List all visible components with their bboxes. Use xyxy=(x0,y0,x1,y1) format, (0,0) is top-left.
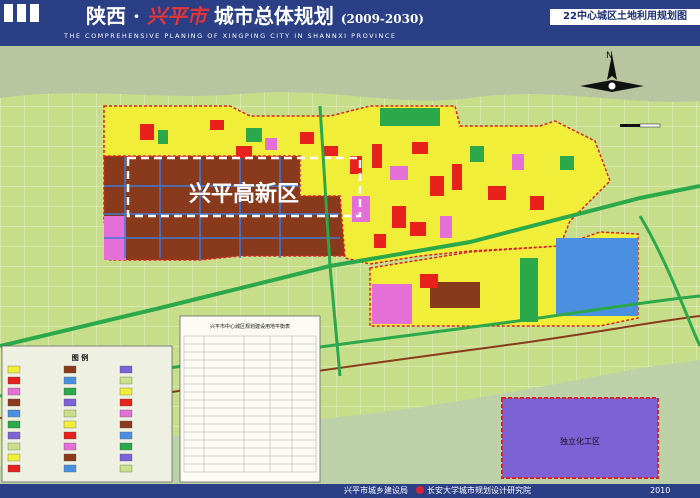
sheet-title: 22中心城区土地利用规划图 xyxy=(550,9,700,25)
scale-bar xyxy=(620,123,661,128)
title-main: 城市总体规划 xyxy=(213,4,334,28)
legend-swatch xyxy=(7,464,21,473)
legend-swatch xyxy=(7,365,21,374)
legend-swatch xyxy=(63,442,77,451)
legend-swatch xyxy=(119,365,133,374)
footer-bar: 兴平市城乡建设局 长安大学城市规划设计研究院 2010 xyxy=(0,484,700,498)
legend-swatch xyxy=(63,420,77,429)
legend-swatch xyxy=(7,376,21,385)
legend-swatch xyxy=(119,376,133,385)
map-subtitle: THE COMPREHENSIVE PLANING OF XINGPING CI… xyxy=(64,32,397,40)
legend-swatch xyxy=(63,464,77,473)
legend-swatch xyxy=(63,398,77,407)
legend-swatch xyxy=(119,387,133,396)
footer-right-org: 长安大学城市规划设计研究院 xyxy=(416,484,531,498)
map-title: 陕西 · 兴平市 城市总体规划 (2009-2030) xyxy=(86,2,424,30)
university-logo-icon xyxy=(416,486,424,494)
legend-swatch xyxy=(7,409,21,418)
legend-swatch xyxy=(63,409,77,418)
header-bar: 陕西 · 兴平市 城市总体规划 (2009-2030) THE COMPREHE… xyxy=(0,0,700,46)
legend-swatch xyxy=(63,453,77,462)
legend-swatch xyxy=(7,387,21,396)
red-commercial-1 xyxy=(420,274,438,288)
legend-swatch xyxy=(119,420,133,429)
land-balance-table: 兴平市中心城区规划建设用地平衡表 xyxy=(179,315,321,483)
legend-swatch xyxy=(119,431,133,440)
legend-swatch xyxy=(7,420,21,429)
green-strip-1 xyxy=(520,258,538,322)
industrial-zone-label: 独立化工区 xyxy=(560,436,600,446)
legend-swatch xyxy=(7,442,21,451)
svg-text:N: N xyxy=(606,51,613,61)
legend-swatch xyxy=(119,453,133,462)
land-use-map[interactable]: 独立化工区 兴平高新区 N 图 例 兴平市中心城区规划建设用地平衡表 xyxy=(0,46,700,484)
legend-swatch xyxy=(63,376,77,385)
footer-left-org: 兴平市城乡建设局 xyxy=(344,486,408,495)
pink-education-1 xyxy=(372,284,412,324)
title-prefix: 陕西 · xyxy=(86,4,140,28)
legend-swatch xyxy=(119,409,133,418)
legend-swatch xyxy=(7,431,21,440)
title-city: 兴平市 xyxy=(146,4,207,28)
legend-swatch xyxy=(7,398,21,407)
table-title: 兴平市中心城区规划建设用地平衡表 xyxy=(210,323,290,330)
legend-swatch xyxy=(63,431,77,440)
legend-swatch xyxy=(119,398,133,407)
legend-title: 图 例 xyxy=(72,353,88,362)
legend-swatch xyxy=(7,453,21,462)
legend-swatch xyxy=(63,387,77,396)
footer-right-org-text: 长安大学城市规划设计研究院 xyxy=(427,486,531,495)
legend-panel: 图 例 xyxy=(1,345,173,483)
legend-swatch xyxy=(63,365,77,374)
header-decoration xyxy=(4,4,46,24)
title-years: (2009-2030) xyxy=(340,12,424,26)
loess-terrace xyxy=(0,46,700,102)
zone-label: 兴平高新区 xyxy=(189,181,299,207)
footer-year: 2010 xyxy=(650,486,671,495)
legend-swatch xyxy=(119,442,133,451)
legend-swatch xyxy=(119,464,133,473)
